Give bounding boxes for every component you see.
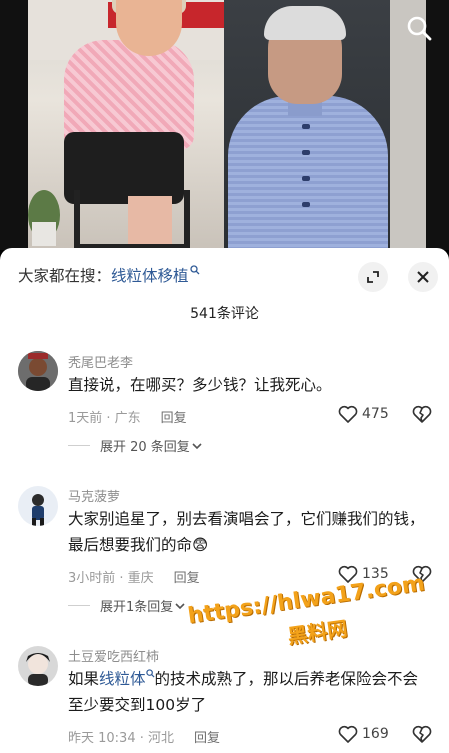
comment-time-location: 1天前 · 广东 <box>68 411 141 426</box>
reply-button[interactable]: 回复 <box>174 567 200 586</box>
commenter-name[interactable]: 秃尾巴老李 <box>68 352 133 371</box>
like-button[interactable]: 169 <box>338 725 389 743</box>
reply-button[interactable]: 回复 <box>161 407 187 426</box>
video-media[interactable] <box>0 0 449 250</box>
heart-icon <box>338 725 358 743</box>
broken-heart-icon <box>412 565 432 583</box>
expand-replies-label: 展开1条回复 <box>100 600 174 615</box>
trending-search-keyword[interactable]: 线粒体移植 <box>111 264 189 286</box>
commenter-name[interactable]: 土豆爱吃西红柿 <box>68 646 159 665</box>
chevron-down-icon <box>175 602 185 609</box>
comment-keyword-link[interactable]: 线粒体 <box>99 670 146 688</box>
avatar[interactable] <box>18 486 58 526</box>
commenter-name[interactable]: 马克菠萝 <box>68 486 120 505</box>
fullscreen-button[interactable] <box>358 262 388 292</box>
search-small-icon <box>145 669 155 678</box>
close-icon <box>417 271 429 283</box>
broken-heart-icon <box>412 725 432 743</box>
comment-meta: 1天前 · 广东 回复 <box>68 407 187 426</box>
expand-replies-label: 展开 20 条回复 <box>100 440 190 455</box>
comment-count: 541条评论 <box>190 306 259 322</box>
trending-search-prefix: 大家都在搜： <box>18 267 112 285</box>
close-button[interactable] <box>408 262 438 292</box>
chevron-down-icon <box>192 442 202 449</box>
trending-search-bar[interactable]: 大家都在搜： 线粒体移植 <box>18 264 200 286</box>
photo-left <box>28 0 224 250</box>
reply-button[interactable]: 回复 <box>194 727 220 746</box>
heart-icon <box>338 565 358 583</box>
comment-text: 直接说，在哪买？多少钱？让我死心。 <box>68 376 332 394</box>
comment-meta: 昨天 10:34 · 河北 回复 <box>68 727 220 746</box>
dislike-button[interactable] <box>412 725 432 747</box>
dislike-button[interactable] <box>412 565 432 587</box>
like-button[interactable]: 135 <box>338 565 389 583</box>
search-icon[interactable] <box>405 14 433 42</box>
comment-sheet: 大家都在搜： 线粒体移植 541条评论 秃尾巴老李 直接说，在哪买？多少钱？让我… <box>0 248 449 753</box>
expand-replies[interactable]: 展开1条回复 <box>68 596 185 615</box>
avatar[interactable] <box>18 646 58 686</box>
comment-text: 如果线粒体 的技术成熟了，那以后养老保险会不会至少要交到100岁了 <box>68 666 428 718</box>
like-button[interactable]: 475 <box>338 405 389 423</box>
broken-heart-icon <box>412 405 432 423</box>
avatar[interactable] <box>18 351 58 391</box>
expand-icon <box>367 271 379 283</box>
like-count: 135 <box>362 566 389 582</box>
search-small-icon <box>189 265 199 275</box>
heart-icon <box>338 405 358 423</box>
comment-time-location: 昨天 10:34 · 河北 <box>68 731 174 746</box>
comment-time-location: 3小时前 · 重庆 <box>68 571 154 586</box>
expand-replies[interactable]: 展开 20 条回复 <box>68 436 202 455</box>
photo-right <box>224 0 390 250</box>
comment-text-part: 如果 <box>68 670 100 688</box>
comment-text: 大家别追星了，别去看演唱会了，它们赚我们的钱，最后想要我们的命😨 <box>68 510 425 554</box>
like-count: 475 <box>362 406 389 422</box>
dislike-button[interactable] <box>412 405 432 427</box>
like-count: 169 <box>362 726 389 742</box>
comment-meta: 3小时前 · 重庆 回复 <box>68 567 200 586</box>
